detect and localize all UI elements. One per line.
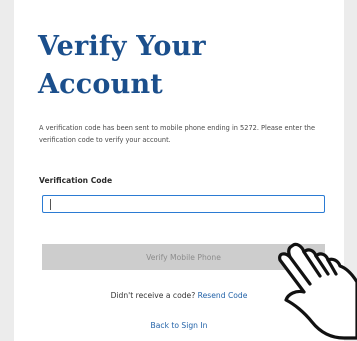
pointing-hand-icon [278,242,357,340]
page-title-line-2: Account [38,69,163,100]
verification-code-label: Verification Code [39,176,113,185]
page-title: Verify Your Account [38,28,206,104]
resend-prompt: Didn't receive a code? [110,291,196,300]
page-title-line-1: Verify Your [38,31,206,62]
resend-code-link[interactable]: Resend Code [198,291,248,300]
verification-code-input[interactable] [42,195,325,213]
text-caret [50,199,51,210]
verification-description: A verification code has been sent to mob… [39,124,316,144]
